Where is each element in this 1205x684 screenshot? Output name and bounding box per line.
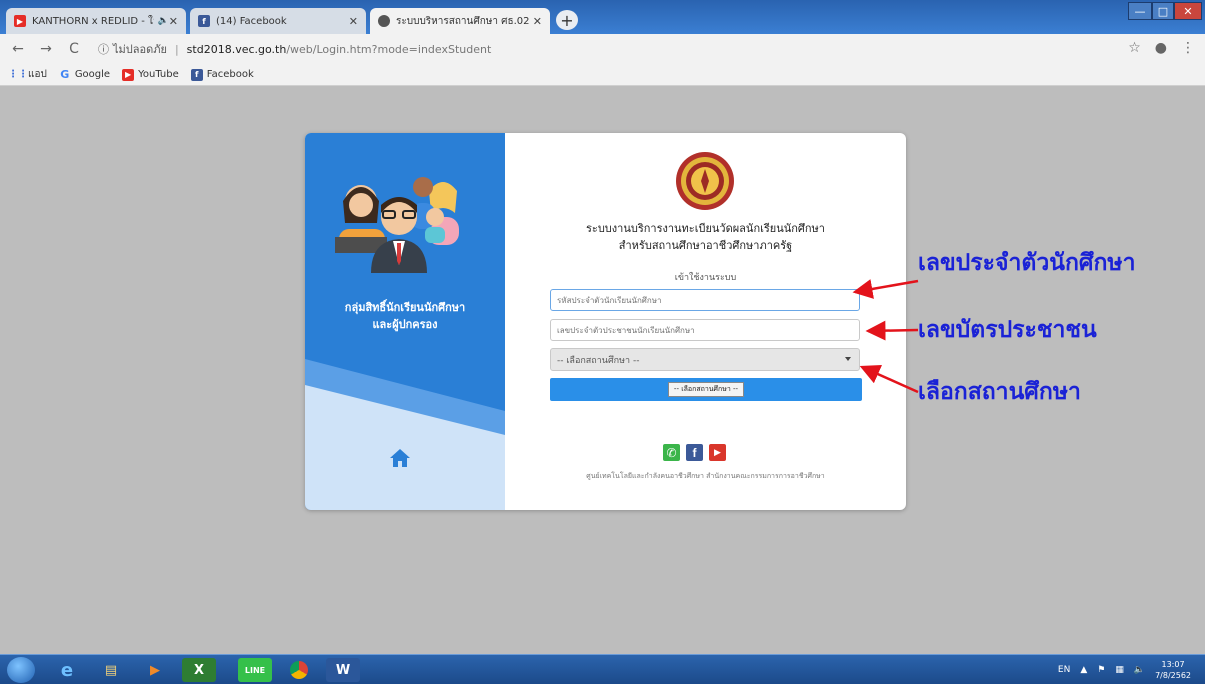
tab-label: (14) Facebook: [216, 15, 287, 27]
menu-icon[interactable]: ⋮: [1181, 40, 1195, 56]
close-icon[interactable]: ✕: [349, 15, 358, 28]
vocational-seal-logo: [676, 152, 734, 210]
clock-time: 13:07: [1161, 660, 1185, 669]
start-button[interactable]: [7, 657, 35, 683]
browser-tab-active[interactable]: ระบบบริหารสถานศึกษา ศธ.02 ออน ✕: [370, 8, 550, 34]
language-indicator[interactable]: EN: [1058, 665, 1070, 675]
url-separator: |: [174, 42, 179, 56]
browser-tab-facebook[interactable]: f (14) Facebook ✕: [190, 8, 366, 34]
system-title-line1: ระบบงานบริการงานทะเบียนวัดผลนักเรียนนักศ…: [586, 222, 825, 235]
close-icon[interactable]: ✕: [533, 15, 542, 28]
flag-icon[interactable]: ⚑: [1097, 665, 1105, 675]
user-group-title-line2: และผู้ปกครอง: [372, 318, 438, 331]
system-title-line2: สำหรับสถานศึกษาอาชีวศึกษาภาครัฐ: [618, 239, 793, 252]
footer-text: ศูนย์เทคโนโลยีและกำลังคนอาชีวศึกษา สำนัก…: [586, 472, 825, 480]
user-group-title: กลุ่มสิทธิ์นักเรียนนักศึกษา และผู้ปกครอง: [305, 299, 505, 333]
bookmarks-bar: ⋮⋮ แอป G Google ▶ YouTube f Facebook: [0, 64, 1205, 86]
volume-icon[interactable]: 🔈: [1134, 665, 1145, 675]
bookmark-facebook[interactable]: f Facebook: [190, 68, 254, 81]
login-card: กลุ่มสิทธิ์นักเรียนนักศึกษา และผู้ปกครอง…: [305, 133, 906, 510]
ie-icon[interactable]: e: [50, 658, 84, 682]
annotation-school: เลือกสถานศึกษา: [918, 379, 1081, 405]
star-icon[interactable]: ☆: [1128, 40, 1141, 56]
bookmark-youtube[interactable]: ▶ YouTube: [122, 68, 179, 81]
home-icon[interactable]: [389, 448, 411, 468]
annotation-citizen-id: เลขบัตรประชาชน: [918, 317, 1097, 343]
network-icon[interactable]: ▦: [1115, 665, 1124, 675]
youtube-icon: ▶: [122, 68, 135, 81]
select-school-button[interactable]: -- เลือกสถานศึกษา --: [550, 378, 862, 401]
tab-label: KANTHORN x REDLID - ใจบา: [32, 15, 154, 27]
profile-icon[interactable]: ●: [1155, 40, 1167, 56]
annotation-student-id: เลขประจำตัวนักศึกษา: [918, 250, 1136, 276]
chevron-up-icon[interactable]: ▲: [1080, 665, 1087, 675]
bookmark-apps[interactable]: ⋮⋮ แอป: [8, 67, 47, 82]
chevron-down-icon: [845, 357, 851, 361]
bookmark-label: Google: [74, 69, 111, 80]
student-id-input[interactable]: [550, 289, 860, 311]
close-icon[interactable]: ✕: [169, 15, 178, 28]
bookmark-google[interactable]: G Google: [59, 68, 111, 81]
youtube-icon: ▶: [14, 15, 26, 27]
browser-tabstrip: ▶ KANTHORN x REDLID - ใจบา 🔈 ✕ f (14) Fa…: [0, 0, 1205, 34]
url-path: /web/Login.htm?mode=indexStudent: [286, 42, 492, 56]
facebook-icon[interactable]: f: [686, 444, 703, 461]
new-tab-button[interactable]: +: [556, 10, 578, 30]
media-player-icon[interactable]: ▶: [138, 658, 172, 682]
line-icon[interactable]: LINE: [238, 658, 272, 682]
system-title: ระบบงานบริการงานทะเบียนวัดผลนักเรียนนักศ…: [505, 220, 906, 254]
bookmark-label: YouTube: [138, 69, 179, 80]
reload-icon[interactable]: C: [64, 41, 84, 57]
excel-icon[interactable]: X: [182, 658, 216, 682]
login-label: เข้าใช้งานระบบ: [674, 273, 737, 283]
windows-taskbar: e ▤ ▶ X LINE W EN ▲ ⚑ ▦ 🔈 13:07 7/8/2562: [0, 654, 1205, 684]
clock-date: 7/8/2562: [1155, 671, 1191, 680]
url-host: std2018.vec.go.th: [186, 42, 287, 56]
select-school-button-label: -- เลือกสถานศึกษา --: [667, 382, 745, 397]
audio-icon: 🔈: [157, 16, 169, 26]
youtube-icon[interactable]: ▶: [709, 444, 726, 461]
social-links: ✆ f ▶: [663, 444, 726, 461]
back-icon[interactable]: ←: [8, 41, 28, 57]
minimize-button[interactable]: —: [1128, 2, 1152, 20]
citizen-id-input[interactable]: [550, 319, 860, 341]
bookmark-label: Facebook: [206, 69, 254, 80]
globe-icon: [378, 15, 390, 27]
facebook-icon: f: [198, 15, 210, 27]
word-icon[interactable]: W: [326, 658, 360, 682]
info-icon: ⓘ: [98, 43, 109, 56]
chrome-icon[interactable]: [282, 658, 316, 682]
login-form-panel: ระบบงานบริการงานทะเบียนวัดผลนักเรียนนักศ…: [505, 133, 906, 510]
user-group-panel: กลุ่มสิทธิ์นักเรียนนักศึกษา และผู้ปกครอง: [305, 133, 505, 510]
url-field[interactable]: ⓘ ไม่ปลอดภัย | std2018.vec.go.th /web/Lo…: [98, 40, 491, 58]
browser-tab-youtube[interactable]: ▶ KANTHORN x REDLID - ใจบา 🔈 ✕: [6, 8, 186, 34]
forward-icon[interactable]: →: [36, 41, 56, 57]
close-window-button[interactable]: ✕: [1174, 2, 1202, 20]
address-bar: ← → C ⓘ ไม่ปลอดภัย | std2018.vec.go.th /…: [0, 34, 1205, 64]
students-illustration-icon: [335, 177, 459, 273]
security-label: ไม่ปลอดภัย: [113, 43, 167, 56]
bookmark-label: แอป: [28, 69, 47, 80]
explorer-icon[interactable]: ▤: [94, 658, 128, 682]
phone-icon[interactable]: ✆: [663, 444, 680, 461]
tab-label: ระบบบริหารสถานศึกษา ศธ.02 ออน: [396, 15, 533, 27]
user-group-title-line1: กลุ่มสิทธิ์นักเรียนนักศึกษา: [344, 301, 466, 314]
google-icon: G: [60, 68, 70, 81]
maximize-button[interactable]: □: [1152, 2, 1174, 20]
school-select[interactable]: -- เลือกสถานศึกษา --: [550, 348, 860, 371]
facebook-icon: f: [190, 68, 203, 81]
apps-icon: ⋮⋮: [8, 69, 28, 80]
school-select-value: -- เลือกสถานศึกษา --: [557, 355, 640, 366]
system-tray: EN ▲ ⚑ ▦ 🔈 13:07 7/8/2562: [1058, 659, 1191, 681]
clock[interactable]: 13:07 7/8/2562: [1155, 659, 1191, 681]
